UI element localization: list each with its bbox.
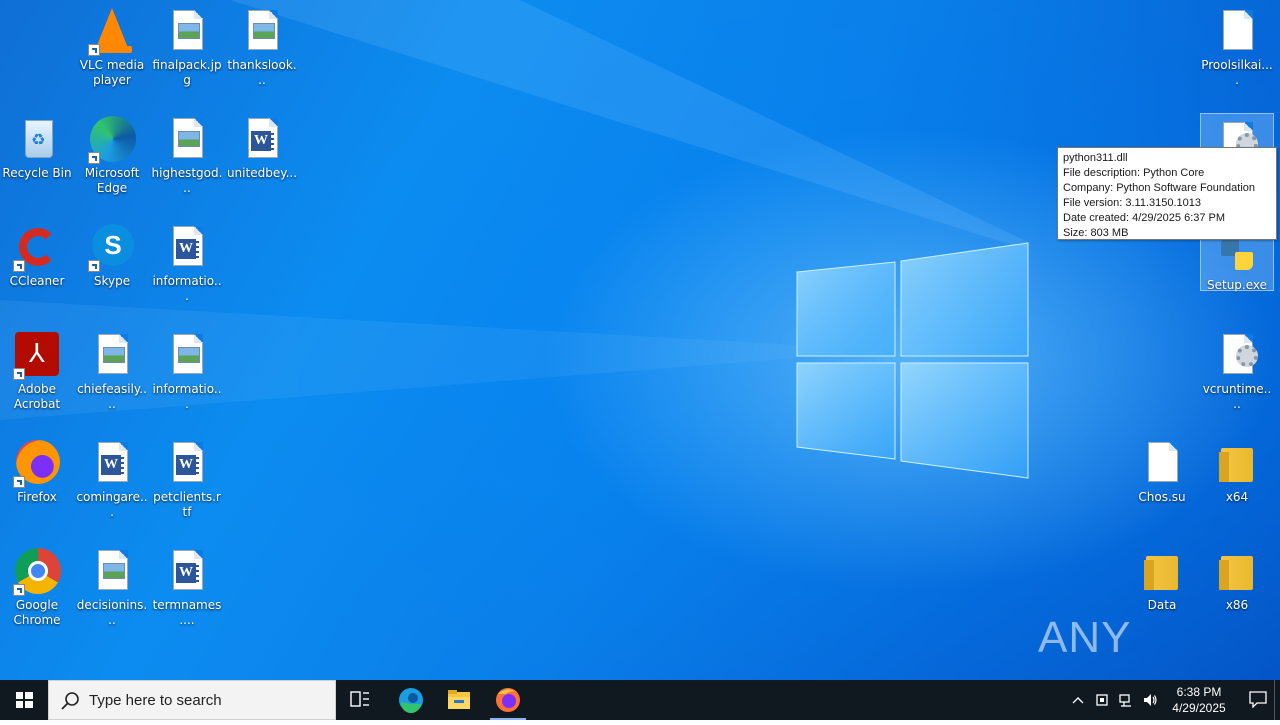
desktop-icon-file[interactable]: highestgod... xyxy=(149,110,225,214)
notifications-icon[interactable] xyxy=(1248,690,1268,708)
desktop-icon-file[interactable]: Chos.su xyxy=(1124,434,1200,538)
desktop-icon-file[interactable]: Proolsilkai.... xyxy=(1199,2,1275,106)
tooltip-version: File version: 3.11.3150.1013 xyxy=(1063,197,1201,209)
firefox-icon xyxy=(13,440,61,488)
image-file-icon xyxy=(163,116,211,164)
search-placeholder: Type here to search xyxy=(89,692,222,709)
ccleaner-icon xyxy=(13,224,61,272)
taskbar: Type here to search 6:38 PM 4/29/2025 xyxy=(0,680,1280,720)
desktop: ♻ Recycle Bin CCleaner ⅄ Adobe Acrobat F… xyxy=(0,0,1280,680)
blank-file-icon xyxy=(1138,440,1186,488)
search-icon xyxy=(61,692,79,710)
desktop-icon-file[interactable]: W unitedbey... xyxy=(224,110,300,214)
word-file-icon: W xyxy=(163,548,211,596)
volume-icon[interactable] xyxy=(1142,692,1158,708)
show-desktop-button[interactable] xyxy=(1274,680,1280,720)
tooltip-size: Size: 803 MB xyxy=(1063,227,1129,239)
image-file-icon xyxy=(88,332,136,380)
acrobat-icon: ⅄ xyxy=(13,332,61,380)
vlc-icon xyxy=(88,8,136,56)
image-file-icon xyxy=(238,8,286,56)
clock-time: 6:38 PM xyxy=(1176,685,1222,699)
desktop-icon-file[interactable]: W petclients.rtf xyxy=(149,434,225,538)
desktop-icon-microsoft-edge[interactable]: Microsoft Edge xyxy=(74,110,150,214)
edge-icon xyxy=(88,116,136,164)
firefox-icon xyxy=(496,688,520,712)
settings-file-icon xyxy=(1213,332,1261,380)
desktop-icon-file[interactable]: vcruntime.... xyxy=(1199,326,1275,430)
taskbar-search-box[interactable]: Type here to search xyxy=(48,680,336,720)
image-file-icon xyxy=(163,332,211,380)
shortcut-arrow-icon xyxy=(13,584,25,596)
desktop-icon-folder[interactable]: x64 xyxy=(1199,434,1275,538)
word-file-icon: W xyxy=(163,224,211,272)
file-explorer-icon xyxy=(448,690,470,709)
windows-logo-icon xyxy=(16,692,33,708)
anyrun-watermark: ANY RUN xyxy=(1038,613,1135,680)
desktop-icon-file[interactable]: finalpack.jpg xyxy=(149,2,225,106)
taskbar-clock[interactable]: 6:38 PM 4/29/2025 xyxy=(1164,684,1234,716)
skype-icon: S xyxy=(88,224,136,272)
image-file-icon xyxy=(163,8,211,56)
folder-icon xyxy=(1213,548,1261,596)
tooltip-company: Company: Python Software Foundation xyxy=(1063,182,1256,194)
desktop-icon-ccleaner[interactable]: CCleaner xyxy=(0,218,75,322)
shortcut-arrow-icon xyxy=(13,260,25,272)
tooltip-description: File description: Python Core xyxy=(1063,167,1205,179)
chevron-up-icon[interactable] xyxy=(1070,692,1086,708)
start-button[interactable] xyxy=(0,680,48,720)
network-adapter-icon[interactable] xyxy=(1094,692,1110,708)
taskbar-edge[interactable] xyxy=(387,680,435,720)
image-file-icon xyxy=(88,548,136,596)
shortcut-arrow-icon xyxy=(88,44,100,56)
network-icon[interactable] xyxy=(1118,692,1134,708)
desktop-icon-skype[interactable]: S Skype xyxy=(74,218,150,322)
task-view-icon xyxy=(350,691,369,707)
tooltip-filename: python311.dll xyxy=(1063,152,1128,164)
taskbar-file-explorer[interactable] xyxy=(435,680,483,720)
desktop-icon-firefox[interactable]: Firefox xyxy=(0,434,75,538)
desktop-icon-file[interactable]: decisionins... xyxy=(74,542,150,646)
desktop-icon-vlc[interactable]: VLC media player xyxy=(74,2,150,106)
chrome-icon xyxy=(13,548,61,596)
taskbar-firefox[interactable] xyxy=(484,680,532,720)
tooltip-date: Date created: 4/29/2025 6:37 PM xyxy=(1063,212,1226,224)
desktop-icon-file[interactable]: thankslook... xyxy=(224,2,300,106)
desktop-icon-file[interactable]: W termnames.... xyxy=(149,542,225,646)
shortcut-arrow-icon xyxy=(88,260,100,272)
recycle-bin-icon: ♻ xyxy=(13,116,61,164)
desktop-icon-file[interactable]: W informatio... xyxy=(149,218,225,322)
word-file-icon: W xyxy=(88,440,136,488)
clock-date: 4/29/2025 xyxy=(1172,701,1226,715)
folder-icon xyxy=(1138,548,1186,596)
blank-file-icon xyxy=(1213,8,1261,56)
task-view-button[interactable] xyxy=(336,680,384,720)
system-tray: 6:38 PM 4/29/2025 xyxy=(1060,680,1280,720)
desktop-icon-file[interactable]: chiefeasily.... xyxy=(74,326,150,430)
word-file-icon: W xyxy=(163,440,211,488)
desktop-icon-google-chrome[interactable]: Google Chrome xyxy=(0,542,75,646)
shortcut-arrow-icon xyxy=(13,476,25,488)
desktop-icon-file[interactable]: informatio... xyxy=(149,326,225,430)
desktop-icon-file[interactable]: W comingare... xyxy=(74,434,150,538)
shortcut-arrow-icon xyxy=(13,368,25,380)
shortcut-arrow-icon xyxy=(88,152,100,164)
word-file-icon: W xyxy=(238,116,286,164)
edge-icon xyxy=(399,688,423,714)
folder-icon xyxy=(1213,440,1261,488)
desktop-icon-recycle-bin[interactable]: ♻ Recycle Bin xyxy=(0,110,75,214)
file-tooltip: python311.dll File description: Python C… xyxy=(1057,147,1277,240)
desktop-icon-adobe-acrobat[interactable]: ⅄ Adobe Acrobat xyxy=(0,326,75,430)
